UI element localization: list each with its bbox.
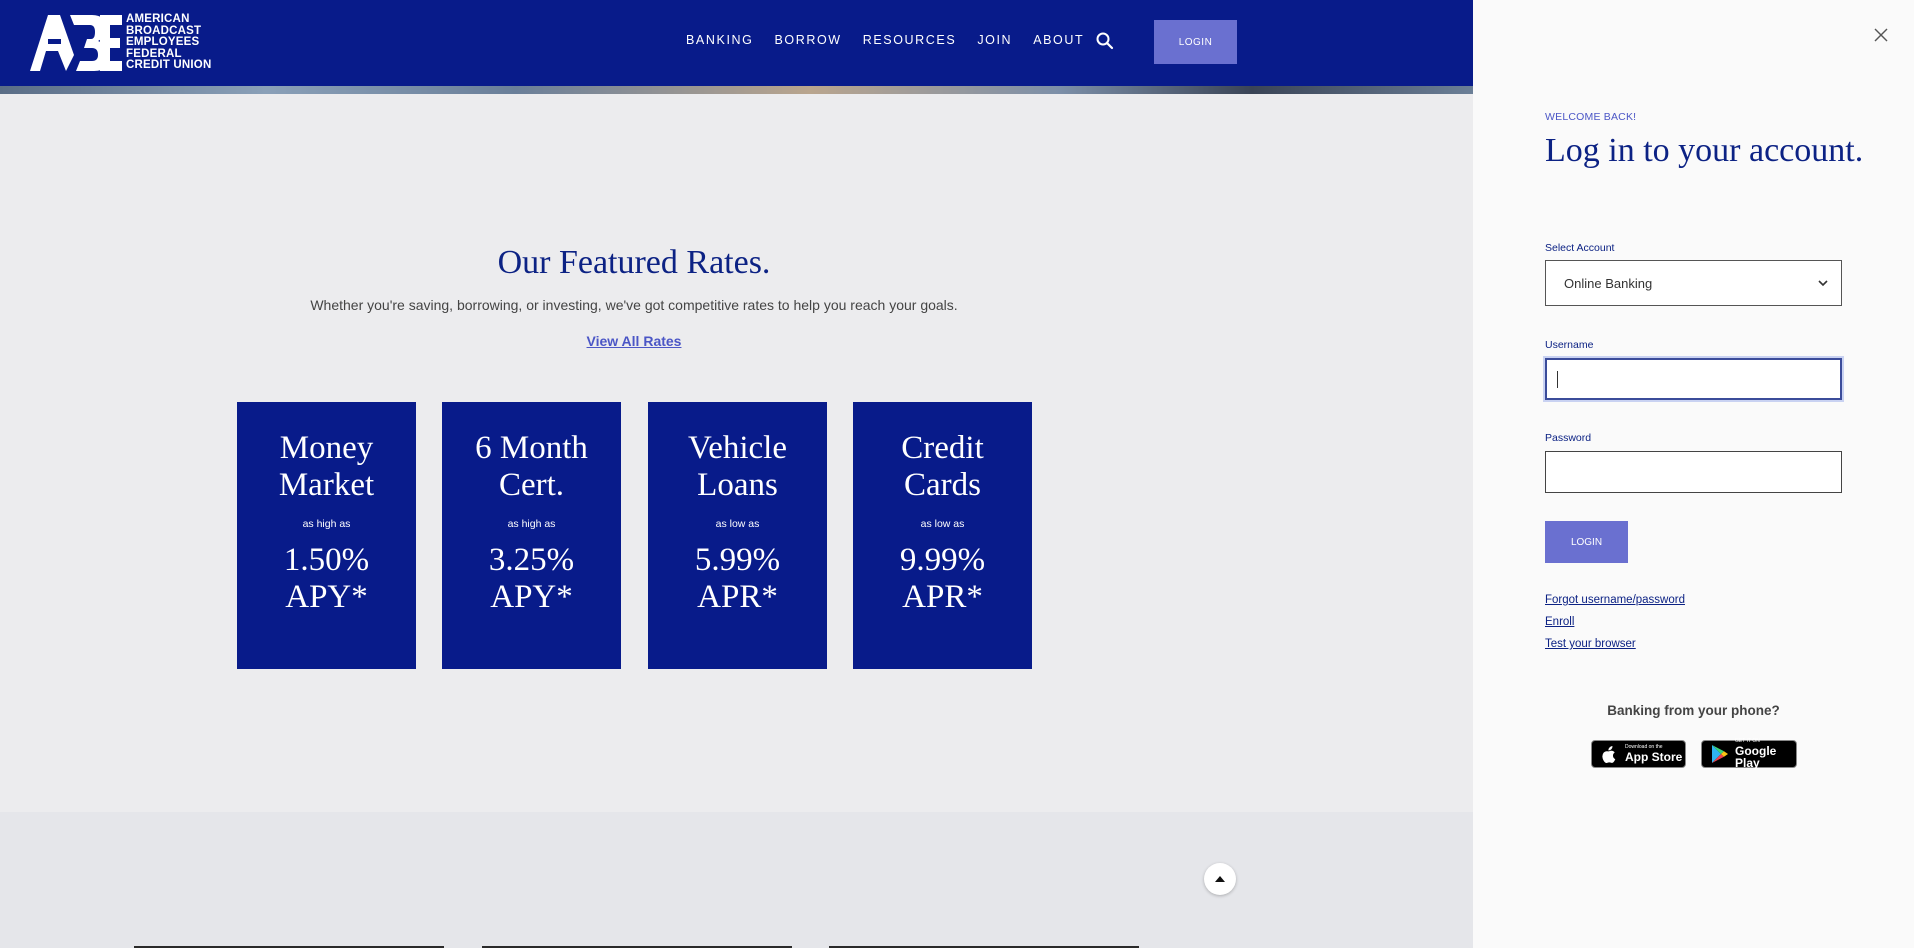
logo-line: CREDIT UNION xyxy=(126,59,212,71)
logo[interactable]: AMERICAN BROADCAST EMPLOYEES FEDERAL CRE… xyxy=(30,13,212,72)
test-browser-link[interactable]: Test your browser xyxy=(1545,638,1636,650)
chevron-down-icon xyxy=(1818,280,1828,287)
google-play-icon xyxy=(1712,745,1728,763)
caret-up-icon xyxy=(1215,876,1225,882)
login-title: Log in to your account. xyxy=(1545,132,1864,169)
forgot-credentials-link[interactable]: Forgot username/password xyxy=(1545,594,1685,606)
rate-card-value: 5.99% APR* xyxy=(648,542,827,616)
app-store-badge[interactable]: Download on the App Store xyxy=(1591,740,1686,768)
view-all-rates-container: View All Rates xyxy=(0,333,1268,351)
rate-card-qualifier: as high as xyxy=(302,518,351,530)
account-select-value: Online Banking xyxy=(1564,275,1653,291)
rate-card-qualifier: as high as xyxy=(507,518,556,530)
select-account-label: Select Account xyxy=(1545,242,1615,254)
welcome-text: WELCOME BACK! xyxy=(1545,111,1637,123)
rate-card-rate: 3.25% xyxy=(488,542,575,578)
rate-card-name: Credit Cards xyxy=(901,430,984,503)
mobile-banking-text: Banking from your phone? xyxy=(1607,703,1780,718)
google-play-badge[interactable]: GET IT ON Google Play xyxy=(1701,739,1797,770)
search-icon[interactable] xyxy=(1095,31,1115,51)
logo-line: EMPLOYEES xyxy=(126,36,200,48)
nav-resources[interactable]: RESOURCES xyxy=(863,33,957,47)
scroll-to-top-button[interactable] xyxy=(1204,863,1236,895)
rate-card-money-market[interactable]: Money Market as high as 1.50% APY* xyxy=(237,402,416,669)
section-subtitle: Whether you're saving, borrowing, or inv… xyxy=(310,297,958,313)
apple-icon xyxy=(1602,746,1616,764)
logo-line: AMERICAN xyxy=(126,13,190,25)
account-select[interactable]: Online Banking xyxy=(1545,260,1842,306)
rate-card-rate: 9.99% xyxy=(899,542,986,578)
rate-card-name: Vehicle Loans xyxy=(688,430,787,503)
rate-card-credit-cards[interactable]: Credit Cards as low as 9.99% APR* xyxy=(853,402,1032,669)
username-input[interactable] xyxy=(1545,358,1842,400)
nav-borrow[interactable]: BORROW xyxy=(774,33,841,47)
nav-about[interactable]: ABOUT xyxy=(1033,33,1084,47)
main-nav: BANKING BORROW RESOURCES JOIN ABOUT xyxy=(686,33,1105,47)
rate-card-unit: APY* xyxy=(285,579,368,615)
section-title: Our Featured Rates. xyxy=(497,244,771,281)
site-header: AMERICAN BROADCAST EMPLOYEES FEDERAL CRE… xyxy=(0,0,1473,86)
rate-card-value: 3.25% APY* xyxy=(442,542,621,616)
password-label: Password xyxy=(1545,432,1592,444)
rate-card-name: 6 Month Cert. xyxy=(475,430,588,503)
username-label: Username xyxy=(1545,339,1594,351)
rate-card-qualifier: as low as xyxy=(715,518,760,530)
password-input[interactable] xyxy=(1545,451,1842,493)
view-all-rates-link[interactable]: View All Rates xyxy=(587,333,682,349)
nav-banking[interactable]: BANKING xyxy=(686,33,753,47)
hero-image-strip xyxy=(0,86,1473,94)
lower-section xyxy=(0,812,1473,948)
rate-card-vehicle-loans[interactable]: Vehicle Loans as low as 5.99% APR* xyxy=(648,402,827,669)
close-icon[interactable] xyxy=(1872,26,1890,44)
rate-card-rate: 1.50% xyxy=(283,542,370,578)
app-store-big-text: App Store xyxy=(1625,750,1683,764)
rate-card-name: Money Market xyxy=(278,430,375,503)
header-login-button[interactable]: LOGIN xyxy=(1154,20,1237,64)
rate-card-6-month-cert[interactable]: 6 Month Cert. as high as 3.25% APY* xyxy=(442,402,621,669)
enroll-link[interactable]: Enroll xyxy=(1545,616,1574,628)
text-caret xyxy=(1557,371,1558,388)
rate-card-rate: 5.99% xyxy=(694,542,781,578)
abe-logo-mark xyxy=(30,14,122,71)
nav-join[interactable]: JOIN xyxy=(977,33,1012,47)
rate-card-unit: APY* xyxy=(490,579,573,615)
rate-card-unit: APR* xyxy=(902,579,983,615)
rate-card-qualifier: as low as xyxy=(920,518,965,530)
rate-card-value: 9.99% APR* xyxy=(853,542,1032,616)
rate-card-unit: APR* xyxy=(697,579,778,615)
rate-card-value: 1.50% APY* xyxy=(237,542,416,616)
login-button[interactable]: LOGIN xyxy=(1545,521,1628,563)
google-play-big-text: Google Play xyxy=(1735,744,1777,770)
logo-text: AMERICAN BROADCAST EMPLOYEES FEDERAL CRE… xyxy=(126,13,212,72)
